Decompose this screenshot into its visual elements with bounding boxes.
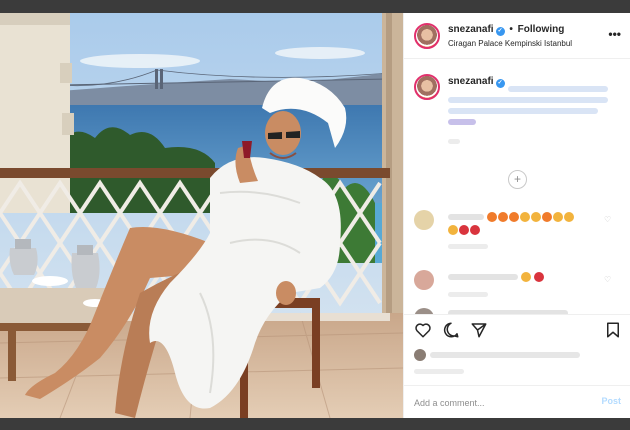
emoji xyxy=(448,225,458,235)
comment-meta-blurred xyxy=(448,292,488,297)
emoji xyxy=(542,212,552,222)
emoji xyxy=(520,212,530,222)
more-icon[interactable]: ••• xyxy=(608,27,621,41)
commenter-name-blurred xyxy=(448,214,484,220)
caption-avatar[interactable] xyxy=(414,74,440,100)
emoji xyxy=(470,225,480,235)
balcony-photo xyxy=(0,13,403,418)
verified-icon: ✓ xyxy=(495,27,505,36)
comments-list[interactable]: snezanafi ✓ + ♡ ♡ xyxy=(404,60,630,314)
separator-dot: • xyxy=(509,24,513,35)
emoji xyxy=(521,272,531,282)
verified-icon: ✓ xyxy=(495,79,505,88)
caption-text-blurred xyxy=(448,119,476,125)
comment-body xyxy=(448,212,598,249)
emoji xyxy=(487,212,497,222)
caption-text-blurred xyxy=(508,86,608,92)
caption-text-blurred xyxy=(448,97,608,103)
author-header-line: snezanafi ✓ • Following xyxy=(448,24,564,36)
post-actions xyxy=(404,314,630,395)
commenter-avatar[interactable] xyxy=(414,210,434,230)
emoji xyxy=(509,212,519,222)
liker-avatar xyxy=(414,349,426,361)
emoji xyxy=(564,212,574,222)
caption-text-blurred xyxy=(448,108,598,114)
post-photo[interactable] xyxy=(0,13,403,418)
post-side-panel: snezanafi ✓ • Following Ciragan Palace Ke… xyxy=(403,13,630,418)
comment-meta-blurred xyxy=(448,244,488,249)
author-avatar[interactable] xyxy=(414,23,440,49)
emoji xyxy=(459,225,469,235)
emoji xyxy=(553,212,563,222)
likes-text-blurred xyxy=(430,352,580,358)
comment-text-blurred xyxy=(448,274,518,280)
comment-body xyxy=(448,272,598,297)
emoji xyxy=(498,212,508,222)
location-link[interactable]: Ciragan Palace Kempinski Istanbul xyxy=(448,39,572,48)
load-more-icon[interactable]: + xyxy=(508,170,527,189)
author-username[interactable]: snezanafi xyxy=(448,24,494,35)
bookmark-icon[interactable] xyxy=(604,321,622,339)
post-comment-button[interactable]: Post xyxy=(601,396,621,406)
post-modal: snezanafi ✓ • Following Ciragan Palace Ke… xyxy=(0,13,630,418)
comment-emoji-row xyxy=(487,212,574,222)
add-comment-bar: Post xyxy=(404,385,630,418)
comment-icon[interactable] xyxy=(442,321,460,339)
caption-username[interactable]: snezanafi xyxy=(448,76,494,87)
comment-emoji-row xyxy=(448,225,598,235)
likes-summary[interactable] xyxy=(414,349,614,361)
caption-timestamp-blurred xyxy=(448,139,460,144)
post-header: snezanafi ✓ • Following Ciragan Palace Ke… xyxy=(404,13,630,59)
share-icon[interactable] xyxy=(470,321,488,339)
caption: snezanafi ✓ xyxy=(448,76,618,144)
emoji xyxy=(534,272,544,282)
comment-input[interactable] xyxy=(414,395,584,411)
heart-icon[interactable]: ♡ xyxy=(604,276,614,284)
post-timestamp-blurred xyxy=(414,369,464,374)
emoji xyxy=(531,212,541,222)
commenter-avatar[interactable] xyxy=(414,270,434,290)
heart-icon[interactable] xyxy=(414,321,432,339)
heart-icon[interactable]: ♡ xyxy=(604,216,614,224)
following-button[interactable]: Following xyxy=(518,24,565,35)
